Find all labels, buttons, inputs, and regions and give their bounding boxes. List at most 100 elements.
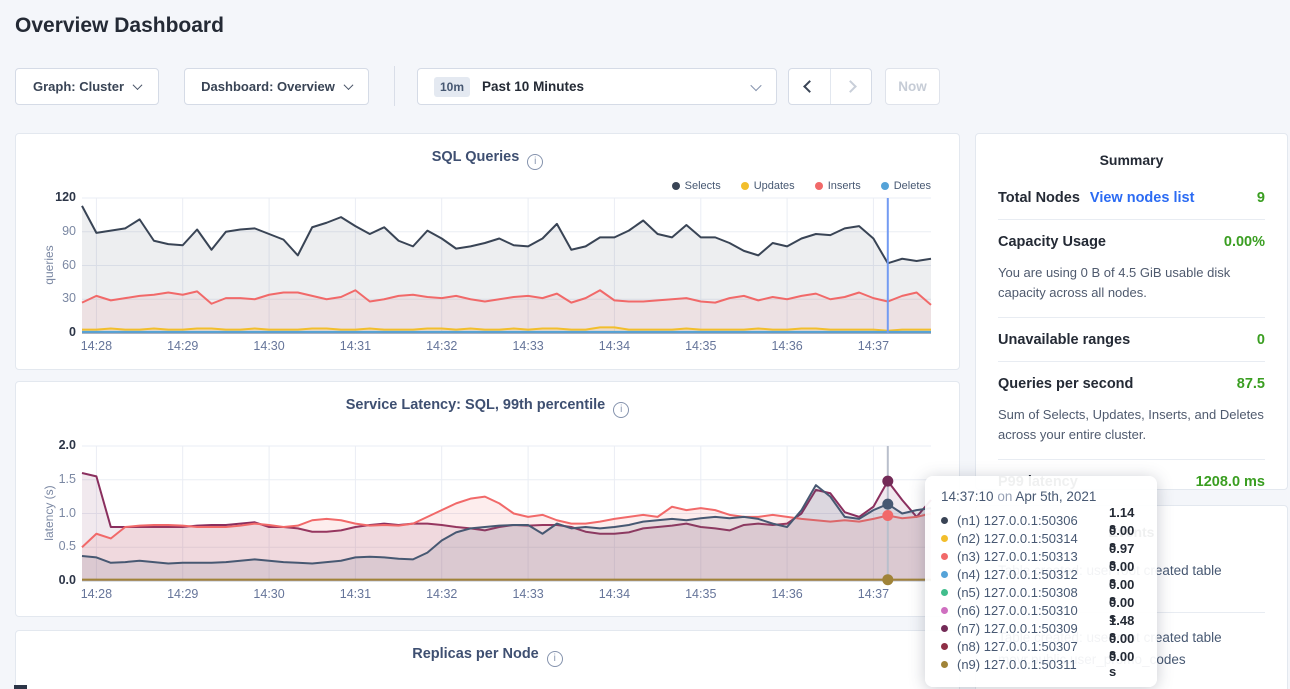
chevron-left-icon (803, 80, 816, 93)
y-axis-ticks: 0306090120 (16, 198, 76, 333)
tooltip-date: Apr 5th, 2021 (1015, 489, 1096, 504)
service-latency-chart-title: Service Latency: SQL, 99th percentile (346, 397, 606, 413)
legend-label: Selects (685, 180, 721, 192)
legend-dot (815, 182, 823, 190)
tooltip-preposition: on (997, 489, 1012, 504)
dashboard-dropdown[interactable]: Dashboard: Overview (184, 68, 369, 105)
unavailable-ranges-value: 0 (1257, 332, 1265, 348)
node-color-dot (941, 589, 948, 596)
node-color-dot (941, 517, 948, 524)
queries-per-second-row: Queries per second 87.5 (998, 362, 1265, 405)
now-button[interactable]: Now (885, 68, 940, 105)
x-tick: 14:31 (331, 587, 379, 601)
x-tick: 14:28 (72, 587, 120, 601)
unavailable-ranges-row: Unavailable ranges 0 (998, 318, 1265, 361)
tooltip-timestamp: 14:37:10 on Apr 5th, 2021 (941, 489, 1141, 504)
view-nodes-list-link[interactable]: View nodes list (1090, 190, 1195, 206)
sql-queries-chart-canvas[interactable] (82, 198, 931, 333)
x-tick: 14:29 (159, 587, 207, 601)
x-tick: 14:28 (72, 339, 120, 353)
legend-dot (672, 182, 680, 190)
queries-per-second-subtext: Sum of Selects, Updates, Inserts, and De… (998, 405, 1265, 459)
sql-queries-legend: Selects Updates Inserts Deletes (672, 180, 931, 192)
info-icon[interactable]: i (613, 402, 629, 418)
y-tick: 0.0 (59, 573, 76, 587)
x-tick: 14:36 (763, 587, 811, 601)
replicas-chart-title: Replicas per Node (412, 646, 539, 662)
graph-scope-dropdown[interactable]: Graph: Cluster (15, 68, 159, 105)
chevron-down-icon (133, 80, 143, 90)
service-latency-chart: latency (s) 0.00.51.01.52.0 14:2814:2914… (16, 446, 959, 606)
service-latency-chart-canvas[interactable] (82, 446, 931, 581)
unavailable-ranges-label: Unavailable ranges (998, 332, 1130, 348)
total-nodes-value: 9 (1257, 190, 1265, 206)
chevron-down-icon (750, 79, 761, 90)
info-icon[interactable]: i (527, 154, 543, 170)
x-tick: 14:30 (245, 587, 293, 601)
y-tick: 60 (62, 258, 76, 272)
x-tick: 14:30 (245, 339, 293, 353)
x-axis-ticks: 14:2814:2914:3014:3114:3214:3314:3414:35… (16, 339, 959, 355)
time-range-label: Past 10 Minutes (482, 79, 584, 94)
node-color-dot (941, 661, 948, 668)
tooltip-time: 14:37:10 (941, 489, 994, 504)
time-prev-button[interactable] (789, 69, 831, 104)
node-address: (n8) 127.0.0.1:50307 (957, 639, 1109, 654)
node-color-dot (941, 625, 948, 632)
node-address: (n3) 127.0.0.1:50313 (957, 549, 1109, 564)
node-color-dot (941, 553, 948, 560)
node-color-dot (941, 571, 948, 578)
legend-label: Updates (754, 180, 795, 192)
node-latency-value: 0.00 s (1109, 649, 1141, 679)
x-tick: 14:32 (418, 587, 466, 601)
x-axis-ticks: 14:2814:2914:3014:3114:3214:3314:3414:35… (16, 587, 959, 603)
y-tick: 90 (62, 224, 76, 238)
service-latency-chart-card: Service Latency: SQL, 99th percentilei l… (15, 381, 960, 617)
x-tick: 14:35 (677, 339, 725, 353)
node-address: (n5) 127.0.0.1:50308 (957, 585, 1109, 600)
time-nav-group (788, 68, 872, 105)
node-color-dot (941, 607, 948, 614)
node-color-dot (941, 643, 948, 650)
x-tick: 14:36 (763, 339, 811, 353)
graph-scope-label: Graph: Cluster (33, 79, 124, 94)
x-tick: 14:31 (331, 339, 379, 353)
toolbar-divider (394, 66, 395, 106)
legend-label: Inserts (828, 180, 861, 192)
capacity-usage-row: Capacity Usage 0.00% (998, 220, 1265, 263)
y-tick: 1.0 (59, 506, 76, 520)
x-tick: 14:34 (590, 339, 638, 353)
clipped-chart-label-fragment (14, 685, 27, 689)
info-icon[interactable]: i (547, 651, 563, 667)
chevron-down-icon (343, 80, 353, 90)
chevron-right-icon (844, 80, 857, 93)
x-tick: 14:29 (159, 339, 207, 353)
node-address: (n9) 127.0.0.1:50311 (957, 657, 1109, 672)
legend-item-selects[interactable]: Selects (672, 180, 721, 192)
time-next-button[interactable] (831, 69, 872, 104)
legend-item-inserts[interactable]: Inserts (815, 180, 861, 192)
chart-hover-tooltip: 14:37:10 on Apr 5th, 2021 (n1) 127.0.0.1… (925, 476, 1157, 687)
y-tick: 0.5 (59, 539, 76, 553)
overview-dashboard-page: Overview Dashboard Graph: Cluster Dashbo… (0, 0, 1290, 689)
node-address: (n7) 127.0.0.1:50309 (957, 621, 1109, 636)
time-range-dropdown[interactable]: 10m Past 10 Minutes (417, 68, 777, 105)
replicas-per-node-chart-card: Replicas per Node i (15, 630, 960, 689)
dashboard-label: Dashboard: Overview (201, 79, 335, 94)
queries-per-second-label: Queries per second (998, 376, 1133, 392)
x-tick: 14:35 (677, 587, 725, 601)
node-address: (n1) 127.0.0.1:50306 (957, 513, 1109, 528)
legend-item-deletes[interactable]: Deletes (881, 180, 931, 192)
node-color-dot (941, 535, 948, 542)
x-tick: 14:33 (504, 587, 552, 601)
chart-title-row: Replicas per Node i (16, 631, 959, 667)
sql-queries-chart-title: SQL Queries (432, 149, 520, 165)
legend-item-updates[interactable]: Updates (741, 180, 795, 192)
legend-label: Deletes (894, 180, 931, 192)
node-address: (n2) 127.0.0.1:50314 (957, 531, 1109, 546)
chart-title-row: Service Latency: SQL, 99th percentile i (16, 382, 959, 418)
summary-panel-title: Summary (998, 134, 1265, 176)
node-address: (n6) 127.0.0.1:50310 (957, 603, 1109, 618)
legend-dot (741, 182, 749, 190)
y-tick: 120 (55, 190, 76, 204)
